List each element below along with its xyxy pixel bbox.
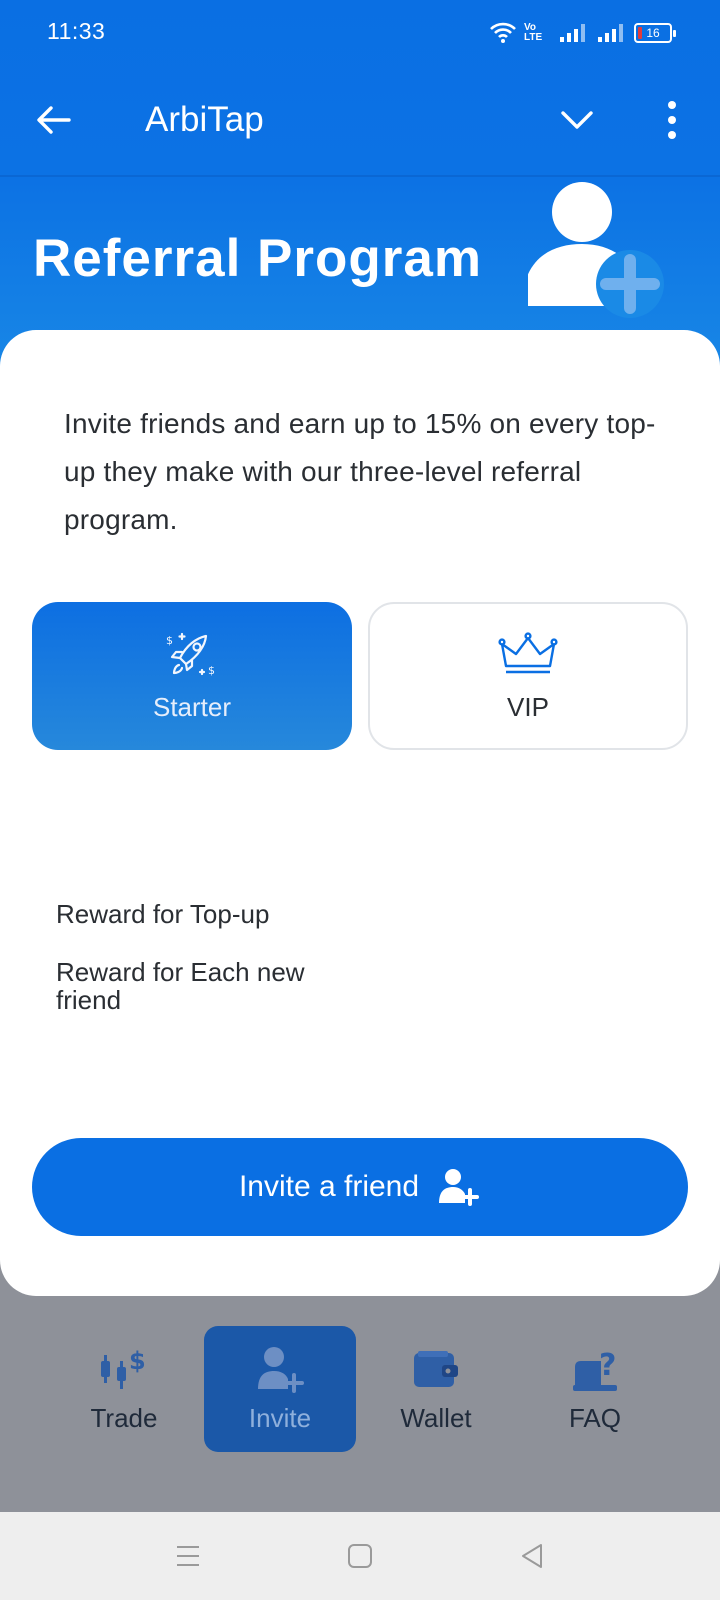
- svg-text:?: ?: [599, 1348, 616, 1383]
- rocket-icon: $ $: [166, 632, 215, 677]
- candlestick-dollar-icon: $: [101, 1347, 146, 1389]
- nav-trade[interactable]: $ Trade: [48, 1326, 200, 1452]
- nav-invite[interactable]: Invite: [204, 1326, 356, 1452]
- svg-text:$: $: [129, 1347, 146, 1375]
- app-bar: ArbiTap: [0, 78, 720, 162]
- add-user-icon: [439, 1169, 480, 1206]
- battery-indicator: 16: [634, 23, 676, 43]
- signal-icon-2: [598, 24, 623, 42]
- dropdown-button[interactable]: [553, 100, 601, 140]
- status-time: 11:33: [47, 18, 106, 44]
- square-icon: [348, 1544, 372, 1568]
- add-user-icon: [528, 182, 664, 318]
- back-button[interactable]: [30, 98, 78, 142]
- crown-icon: [498, 631, 558, 673]
- nav-wallet[interactable]: Wallet: [360, 1326, 512, 1452]
- nav-label: FAQ: [568, 1402, 621, 1433]
- svg-text:$: $: [166, 634, 173, 647]
- nav-faq[interactable]: ? FAQ: [519, 1326, 671, 1452]
- appbar-divider: [0, 175, 720, 177]
- system-navigation-bar: [0, 1512, 720, 1600]
- faq-icon: ?: [573, 1348, 617, 1391]
- invite-button-label: Invite a friend: [238, 1170, 420, 1203]
- more-dot-icon: [668, 101, 676, 109]
- wifi-icon: [490, 22, 516, 43]
- plan-starter-button[interactable]: $ $ Starter: [32, 602, 352, 750]
- battery-level: 16: [646, 26, 660, 40]
- volte-indicator: Vo LTE: [524, 22, 543, 43]
- status-bar: 11:33 Vo LTE 16: [0, 0, 720, 64]
- intro-text: Invite friends and earn up to 15% on eve…: [64, 408, 656, 535]
- status-icons: Vo LTE 16: [490, 20, 676, 46]
- invite-friend-button[interactable]: Invite a friend: [32, 1138, 688, 1236]
- arrow-left-icon: [37, 106, 71, 134]
- more-options-button[interactable]: [650, 98, 694, 142]
- referral-card: Invite friends and earn up to 15% on eve…: [0, 330, 720, 1296]
- chevron-down-icon: [561, 111, 593, 129]
- plan-label: VIP: [507, 691, 549, 722]
- bottom-navigation: $ Trade Invite Wallet ? FAQ: [0, 1236, 720, 1512]
- recent-apps-button[interactable]: [164, 1532, 212, 1580]
- nav-label: Invite: [248, 1402, 312, 1433]
- svg-text:$: $: [208, 664, 215, 677]
- system-back-button[interactable]: [508, 1532, 556, 1580]
- reward-new-friend-label: Reward for Each new friend: [56, 957, 305, 1015]
- home-button[interactable]: [336, 1532, 384, 1580]
- wallet-icon: [414, 1350, 458, 1387]
- nav-label: Trade: [90, 1402, 158, 1433]
- more-dot-icon: [668, 131, 676, 139]
- signal-icon: [560, 24, 585, 42]
- reward-top-up-label: Reward for Top-up: [56, 899, 270, 929]
- menu-lines-icon: [177, 1546, 199, 1566]
- nav-label: Wallet: [400, 1402, 472, 1433]
- add-user-icon: [258, 1346, 304, 1393]
- plan-vip-button[interactable]: VIP: [368, 602, 688, 750]
- plan-label: Starter: [152, 691, 232, 722]
- app-title: ArbiTap: [145, 100, 264, 139]
- triangle-back-icon: [522, 1544, 542, 1568]
- more-dot-icon: [668, 116, 676, 124]
- page-title: Referral Program: [33, 229, 483, 288]
